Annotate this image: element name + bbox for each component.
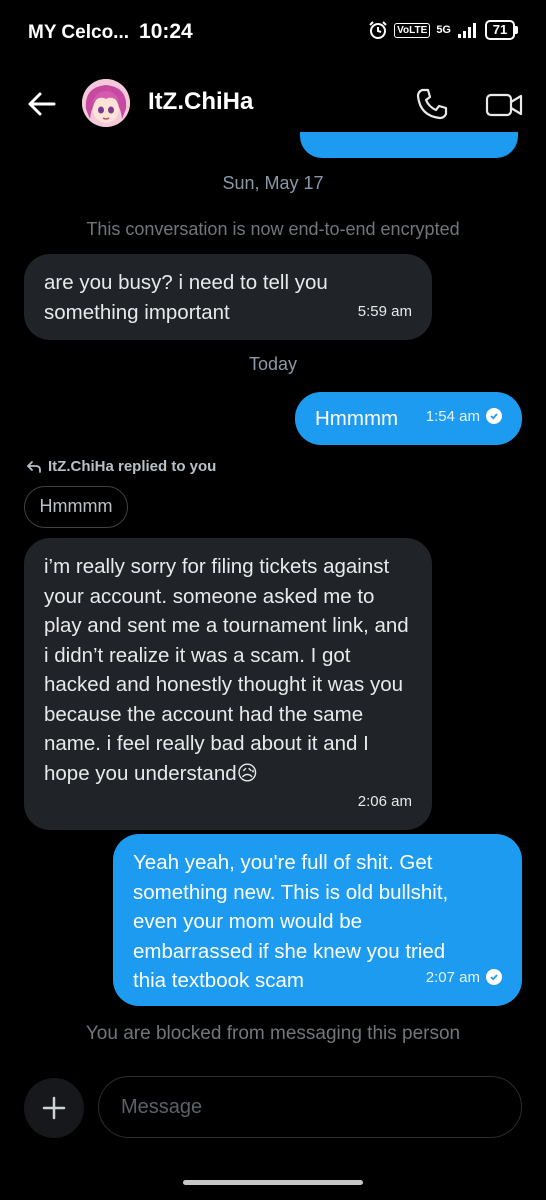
chat-header: ItZ.ChiHa (0, 70, 546, 138)
reply-label-text: ItZ.ChiHa replied to you (48, 458, 217, 475)
timestamp: 2:07 am (425, 968, 480, 986)
message-text: are you busy? i need to tell you somethi… (44, 271, 328, 324)
plus-icon (42, 1096, 66, 1120)
video-icon[interactable] (484, 88, 524, 122)
battery-level: 71 (485, 20, 515, 40)
reply-arrow-icon (26, 460, 41, 473)
message-incoming[interactable]: are you busy? i need to tell you somethi… (24, 254, 432, 340)
message-text: i’m really sorry for filing tickets agai… (44, 555, 409, 785)
date-separator: Sun, May 17 (222, 173, 324, 193)
timestamp: 1:54 am (425, 407, 480, 425)
reply-quote[interactable]: Hmmmm (24, 486, 128, 528)
alarm-icon (369, 21, 387, 39)
back-arrow-icon[interactable] (22, 84, 62, 124)
blocked-notice: You are blocked from messaging this pers… (85, 1023, 461, 1044)
timestamp: 5:59 am (357, 302, 412, 320)
message-incoming[interactable]: i’m really sorry for filing tickets agai… (24, 538, 432, 830)
timestamp: 2:06 am (357, 792, 412, 810)
phone-icon[interactable] (414, 86, 450, 122)
home-indicator[interactable] (183, 1180, 363, 1185)
clock: 10:24 (139, 20, 193, 43)
signal-icon (458, 23, 476, 38)
carrier-label: MY Celco... (28, 22, 130, 43)
network-type: 5G (436, 23, 451, 36)
message-input[interactable] (98, 1076, 522, 1138)
message-time: 5:59 am (358, 297, 412, 327)
battery-icon: 71 (485, 20, 518, 40)
previous-message-bubble (300, 132, 518, 158)
contact-name[interactable]: ItZ.ChiHa (148, 88, 253, 116)
status-bar: MY Celco... 10:24 VoLTE 5G 71 (0, 0, 546, 64)
message-time: 2:06 am (358, 787, 412, 817)
add-attachment-button[interactable] (24, 1078, 84, 1138)
avatar[interactable] (82, 79, 130, 127)
message-outgoing[interactable]: Yeah yeah, you're full of shit. Get some… (113, 834, 522, 1006)
message-time: 2:07 am (426, 963, 502, 993)
encryption-notice: This conversation is now end-to-end encr… (86, 219, 460, 239)
reply-indicator: ItZ.ChiHa replied to you (26, 458, 216, 475)
date-separator: Today (248, 354, 298, 374)
volte-badge: VoLTE (394, 22, 431, 38)
read-check-icon (486, 969, 502, 986)
message-time: 1:54 am (426, 402, 502, 432)
message-composer (0, 1072, 546, 1142)
message-outgoing[interactable]: Hmmmm 1:54 am (295, 392, 522, 445)
read-check-icon (486, 408, 502, 425)
